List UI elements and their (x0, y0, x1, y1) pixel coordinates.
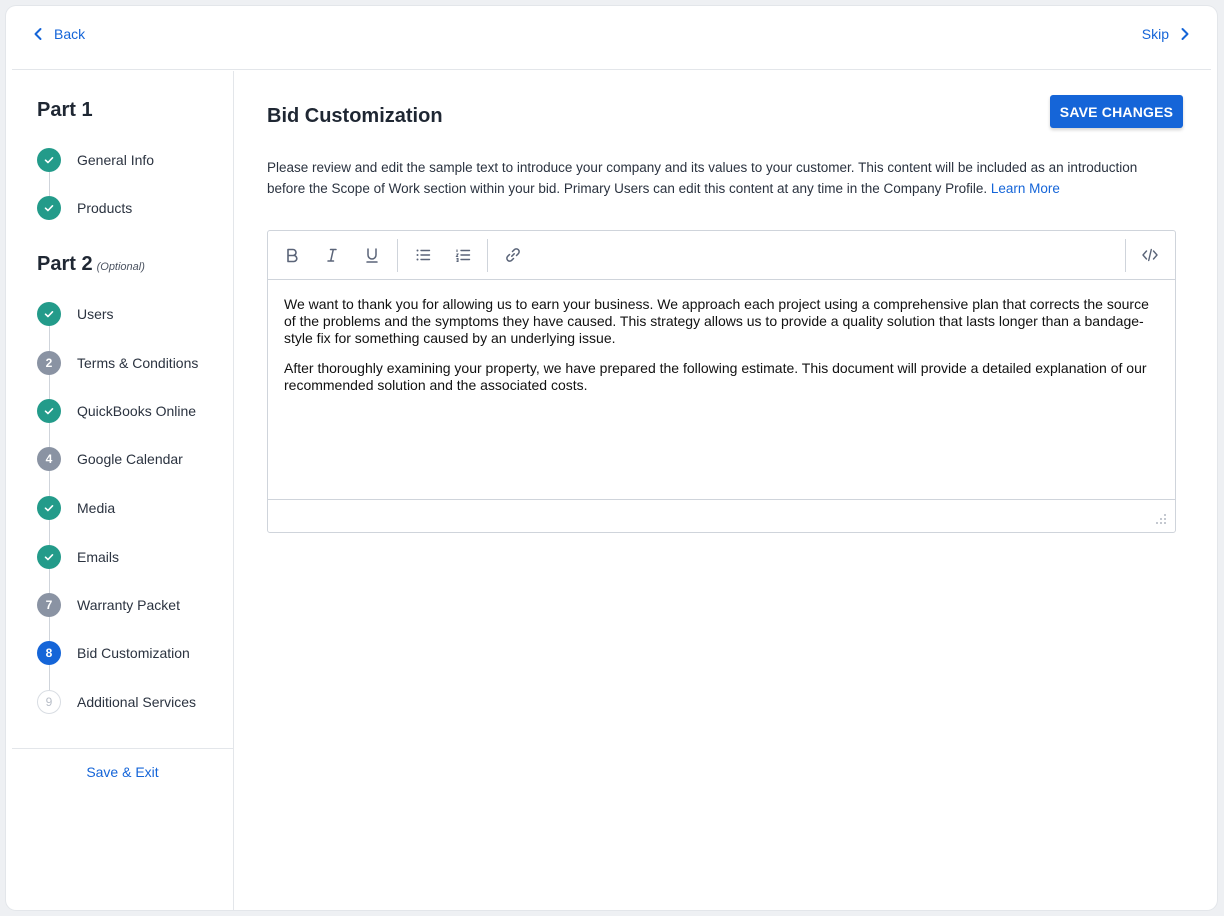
bold-icon[interactable] (280, 243, 304, 267)
save-changes-button[interactable]: SAVE CHANGES (1050, 95, 1183, 128)
step-label: Additional Services (77, 694, 197, 710)
step-bid-customization[interactable]: 8 Bid Customization (37, 640, 227, 666)
step-quickbooks-online[interactable]: QuickBooks Online (37, 398, 227, 424)
step-number: 7 (37, 593, 61, 617)
steps-sidebar: Part 1 General Info Products Part 2 (Opti… (12, 71, 234, 910)
check-icon (37, 196, 61, 220)
numbered-list-icon[interactable] (451, 243, 475, 267)
step-number: 2 (37, 351, 61, 375)
toolbar-divider (487, 239, 488, 272)
sidebar-divider (12, 748, 233, 749)
editor-toolbar (268, 231, 1175, 280)
part2-title-text: Part 2 (37, 253, 93, 275)
check-icon (37, 545, 61, 569)
check-icon (37, 148, 61, 172)
code-view-icon[interactable] (1138, 243, 1162, 267)
editor-paragraph: We want to thank you for allowing us to … (284, 296, 1149, 346)
part2-title: Part 2 (Optional) (37, 253, 145, 276)
step-emails[interactable]: Emails (37, 544, 227, 570)
step-number: 8 (37, 641, 61, 665)
resize-handle-icon[interactable] (1155, 513, 1167, 525)
check-icon (37, 302, 61, 326)
save-exit-link[interactable]: Save & Exit (12, 764, 233, 780)
step-label: Products (77, 200, 133, 216)
step-label: General Info (77, 152, 155, 168)
step-products[interactable]: Products (37, 195, 227, 221)
bulleted-list-icon[interactable] (411, 243, 435, 267)
chevron-left-icon (34, 28, 42, 40)
optional-note: (Optional) (96, 261, 145, 273)
step-additional-services[interactable]: 9 Additional Services (37, 689, 227, 715)
step-label: Users (77, 306, 114, 322)
step-warranty-packet[interactable]: 7 Warranty Packet (37, 592, 227, 618)
step-media[interactable]: Media (37, 495, 227, 521)
intro-description: Please review and edit the sample text t… (267, 157, 1179, 199)
step-label: Google Calendar (77, 451, 183, 467)
back-link[interactable]: Back (30, 26, 85, 42)
step-users[interactable]: Users (37, 301, 227, 327)
step-google-calendar[interactable]: 4 Google Calendar (37, 446, 227, 472)
editor-paragraph: After thoroughly examining your property… (284, 360, 1147, 393)
skip-label: Skip (1141, 26, 1169, 42)
link-icon[interactable] (501, 243, 525, 267)
step-label: Emails (77, 549, 120, 565)
rich-text-editor: We want to thank you for allowing us to … (267, 230, 1176, 533)
skip-link[interactable]: Skip (1142, 26, 1193, 42)
page-title: Bid Customization (267, 105, 443, 127)
step-label: QuickBooks Online (77, 403, 197, 419)
italic-icon[interactable] (320, 243, 344, 267)
step-terms-conditions[interactable]: 2 Terms & Conditions (37, 350, 227, 376)
step-label: Bid Customization (77, 645, 190, 661)
back-label: Back (54, 26, 86, 42)
step-number: 4 (37, 447, 61, 471)
underline-icon[interactable] (360, 243, 384, 267)
check-icon (37, 399, 61, 423)
learn-more-link[interactable]: Learn More (991, 181, 1060, 196)
step-label: Warranty Packet (77, 597, 180, 613)
toolbar-divider (397, 239, 398, 272)
step-label: Media (77, 500, 116, 516)
step-general-info[interactable]: General Info (37, 147, 227, 173)
check-icon (37, 496, 61, 520)
part1-title: Part 1 (37, 99, 93, 121)
editor-content[interactable]: We want to thank you for allowing us to … (268, 280, 1175, 500)
wizard-card: Back Skip Part 1 General Info Products P… (6, 6, 1217, 910)
step-number: 9 (37, 690, 61, 714)
step-label: Terms & Conditions (77, 355, 199, 371)
top-nav-bar: Back Skip (12, 6, 1211, 70)
chevron-right-icon (1181, 28, 1189, 40)
toolbar-divider (1125, 239, 1126, 272)
